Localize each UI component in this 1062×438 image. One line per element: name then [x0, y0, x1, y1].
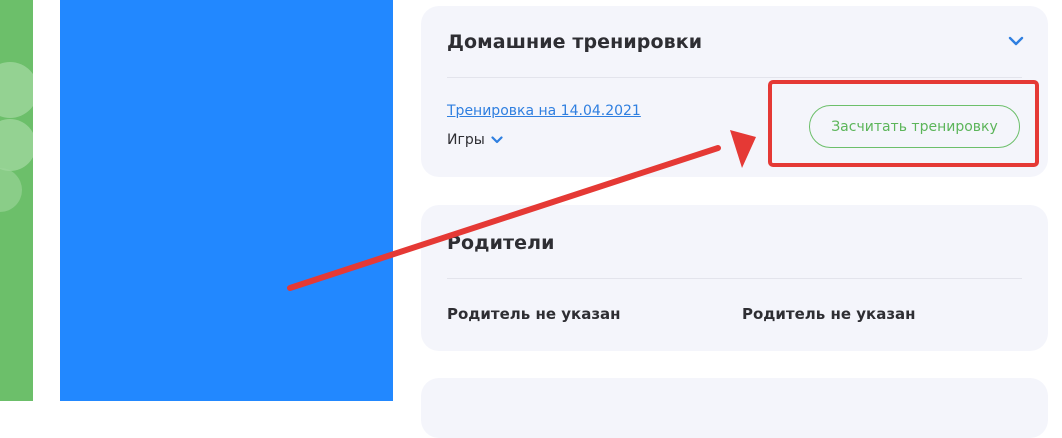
- parent-name: Родитель не указан: [447, 305, 621, 323]
- training-date-link[interactable]: Тренировка на 14.04.2021: [447, 103, 641, 119]
- chevron-down-icon[interactable]: [1008, 36, 1024, 46]
- home-training-title: Домашние тренировки: [447, 31, 703, 53]
- next-card: [421, 378, 1048, 438]
- parent-name: Родитель не указан: [742, 305, 916, 323]
- category-toggle[interactable]: Игры: [447, 132, 503, 148]
- left-decor-strip: [0, 0, 33, 401]
- parents-title: Родители: [447, 232, 555, 254]
- chevron-down-icon: [491, 136, 503, 144]
- divider: [447, 278, 1022, 279]
- parents-card: Родители Родитель не указан Родитель не …: [421, 205, 1048, 351]
- divider: [447, 77, 1022, 78]
- clover-icon: [0, 62, 33, 212]
- blue-side-panel: [60, 0, 393, 401]
- annotation-highlight-box: [768, 80, 1039, 167]
- category-label: Игры: [447, 132, 485, 148]
